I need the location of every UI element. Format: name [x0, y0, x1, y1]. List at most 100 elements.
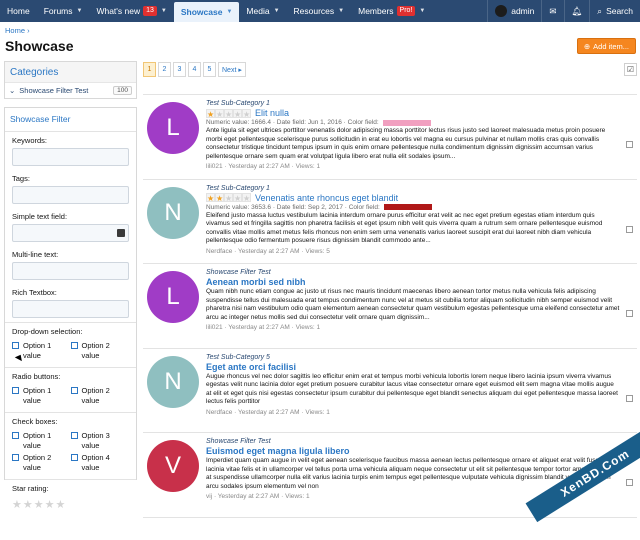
- list-item[interactable]: L Test Sub-Category 1 ★ ★ ★ ★ ★ Elit nulla N…: [143, 95, 637, 180]
- list-item[interactable]: L Showcase Filter Test Aenean morbi sed …: [143, 264, 637, 349]
- checkbox[interactable]: [12, 432, 19, 439]
- nav-showcase[interactable]: Showcase ▼: [173, 2, 240, 22]
- page-4-button[interactable]: 4: [188, 62, 201, 77]
- tags-input[interactable]: [12, 186, 129, 204]
- nav-resources[interactable]: Resources ▼: [287, 0, 352, 22]
- checkbox-option-2[interactable]: Option 2 value: [12, 453, 71, 473]
- page-1-button[interactable]: 1: [143, 62, 156, 77]
- page-3-button[interactable]: 3: [173, 62, 186, 77]
- whats-new-badge: 13: [143, 6, 157, 16]
- item-title-row: ★ ★ ★ ★ ★ Venenatis ante rhoncus eget blandi…: [206, 193, 620, 203]
- option-label: Option 1 value: [23, 341, 52, 360]
- nav-media[interactable]: Media ▼: [239, 0, 286, 22]
- item-meta: Numeric value: 3653.6 · Date field: Sep …: [206, 204, 620, 211]
- list-item[interactable]: N Test Sub-Category 5 Eget ante orci fac…: [143, 349, 637, 433]
- checkbox-option-1[interactable]: Option 1 value: [12, 431, 71, 451]
- user-menu[interactable]: admin: [487, 0, 541, 22]
- radio-button[interactable]: [12, 387, 19, 394]
- chevron-down-icon[interactable]: ▼: [77, 8, 83, 14]
- envelope-icon: ✉: [549, 5, 557, 16]
- checkbox[interactable]: [70, 342, 78, 349]
- nav-home[interactable]: Home: [0, 0, 37, 22]
- nav-whats-new[interactable]: What's new 13 ▼: [89, 0, 173, 22]
- add-item-button[interactable]: ⊕ Add item...: [576, 38, 636, 54]
- chevron-down-icon[interactable]: ▼: [419, 8, 425, 14]
- breadcrumb-home[interactable]: Home: [5, 26, 25, 35]
- star-icon: ★: [242, 193, 251, 203]
- chevron-down-icon[interactable]: ▼: [226, 9, 232, 15]
- avatar[interactable]: L: [147, 271, 199, 323]
- nav-members-label: Members: [358, 6, 394, 16]
- item-title[interactable]: Venenatis ante rhoncus eget blandit: [255, 193, 398, 203]
- item-category[interactable]: Showcase Filter Test: [206, 438, 620, 445]
- item-title[interactable]: Elit nulla: [255, 108, 289, 118]
- keywords-input[interactable]: [12, 148, 129, 166]
- breadcrumb[interactable]: Home ›: [5, 26, 30, 35]
- keyboard-icon: [117, 229, 125, 237]
- filter-block: Showcase Filter Keywords: Tags: Simple t…: [4, 107, 137, 511]
- chevron-down-icon[interactable]: ▼: [338, 8, 344, 14]
- avatar-letter: N: [164, 198, 182, 226]
- search-button[interactable]: ⌕ Search: [589, 0, 640, 22]
- nav-forums-label: Forums: [43, 6, 73, 16]
- select-all-checkbox[interactable]: ☑: [624, 63, 637, 76]
- category-label[interactable]: Showcase Filter Test: [19, 86, 88, 95]
- option-label: Option 4 value: [81, 453, 110, 472]
- item-title-row: ★ ★ ★ ★ ★ Elit nulla: [206, 108, 620, 119]
- checkbox[interactable]: [12, 454, 19, 461]
- rich-textbox-input[interactable]: [12, 300, 129, 318]
- item-category[interactable]: Test Sub-Category 5: [206, 354, 620, 361]
- categories-block: Categories ⌄ Showcase Filter Test 100: [4, 61, 137, 99]
- multiline-input[interactable]: [12, 262, 129, 280]
- avatar[interactable]: N: [147, 186, 199, 239]
- chevron-down-icon[interactable]: ▼: [274, 8, 280, 14]
- list-item[interactable]: N Test Sub-Category 1 ★ ★ ★ ★ ★ Venenatis an…: [143, 180, 637, 264]
- item-title[interactable]: Eget ante orci facilisi: [206, 362, 296, 372]
- item-category[interactable]: Test Sub-Category 1: [206, 185, 620, 192]
- filter-title: Showcase Filter: [10, 114, 71, 124]
- simple-text-input[interactable]: [12, 224, 129, 242]
- avatar[interactable]: N: [147, 355, 199, 408]
- page-5-button[interactable]: 5: [203, 62, 216, 77]
- next-page-button[interactable]: Next ▸: [218, 62, 246, 77]
- checkbox-option-3[interactable]: Option 3 value: [70, 431, 130, 451]
- item-select-checkbox[interactable]: [626, 225, 633, 233]
- checkbox-option-4[interactable]: Option 4 value: [70, 453, 130, 473]
- option-label: Option 1 value: [23, 431, 52, 450]
- radio-option-1[interactable]: Option 1 value: [12, 386, 71, 406]
- avatar[interactable]: L: [147, 102, 199, 154]
- item-title[interactable]: Euismod eget magna ligula libero: [206, 446, 350, 456]
- page-2-button[interactable]: 2: [158, 62, 171, 77]
- avatar[interactable]: V: [147, 440, 199, 492]
- star-icon: ★: [215, 108, 224, 119]
- item-category[interactable]: Test Sub-Category 1: [206, 100, 620, 107]
- item-select-checkbox[interactable]: [626, 310, 633, 317]
- item-snippet: Eleifend justo massa luctus vestibulum l…: [206, 211, 603, 245]
- nav-forums[interactable]: Forums ▼: [37, 0, 90, 22]
- item-snippet: Augue rhoncus vel nec dolor sagittis leo…: [206, 372, 618, 406]
- radio-label: Radio buttons:: [12, 372, 61, 381]
- item-select-checkbox[interactable]: [626, 479, 633, 486]
- checkbox[interactable]: [70, 432, 78, 439]
- chevron-down-icon[interactable]: ⌄: [9, 86, 15, 95]
- item-select-checkbox[interactable]: [626, 394, 633, 402]
- nav-showcase-label: Showcase: [180, 7, 223, 17]
- inbox-button[interactable]: ✉: [541, 0, 563, 22]
- checkbox[interactable]: [70, 454, 78, 461]
- nav-resources-label: Resources: [293, 6, 335, 16]
- category-item[interactable]: ⌄ Showcase Filter Test 100: [5, 83, 136, 98]
- item-select-checkbox[interactable]: [626, 141, 633, 148]
- checkbox[interactable]: [12, 342, 19, 349]
- item-category[interactable]: Showcase Filter Test: [206, 269, 620, 276]
- star-rating-input[interactable]: ★★★★★: [5, 496, 136, 513]
- radio-option-2[interactable]: Option 2 value: [70, 386, 130, 406]
- dropdown-option-2[interactable]: Option 2 value: [70, 341, 130, 361]
- alerts-button[interactable]: 🔔︎: [563, 0, 590, 22]
- star-icon: ★: [224, 108, 233, 119]
- nav-members[interactable]: Members Pro! ▼: [351, 0, 432, 22]
- item-footer: Nerdface · Yesterday at 2:27 AM · Views:…: [206, 247, 330, 255]
- radio-button[interactable]: [70, 387, 78, 394]
- main-content: 1 2 3 4 5 Next ▸ ☑ L Test Sub-Category 1…: [143, 61, 637, 518]
- chevron-down-icon[interactable]: ▼: [161, 8, 167, 14]
- item-title[interactable]: Aenean morbi sed nibh: [206, 277, 306, 287]
